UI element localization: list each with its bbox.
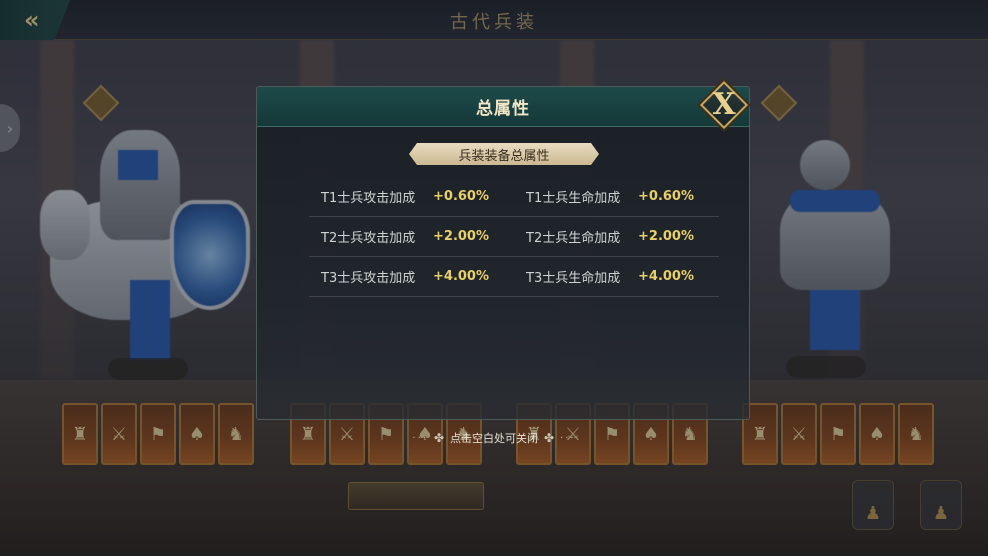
attribute-value: +0.60% xyxy=(433,189,489,204)
fleur-ornament-icon: ✤ xyxy=(433,431,444,445)
section-label-text: 兵装装备总属性 xyxy=(458,148,550,164)
attribute-value: +4.00% xyxy=(638,269,694,284)
attribute-table: T1士兵攻击加成 +0.60% T1士兵生命加成 +0.60% T2士兵攻击加成… xyxy=(309,177,719,297)
modal-title: 总属性 xyxy=(476,99,530,119)
attribute-cell: T2士兵攻击加成 +2.00% xyxy=(309,227,514,246)
section-label: 兵装装备总属性 xyxy=(409,143,599,165)
close-hint: ··· ✤ 点击空白处可关闭 ✤ ··· xyxy=(396,428,592,448)
game-screen: « 古代兵装 › ♜ ⚔ ⚑ ♠ ♞ ♜ ⚔ ⚑ ♠ ♞ ♜ ⚔ ⚑ ♠ ♞ ♜… xyxy=(0,0,988,556)
attribute-value: +2.00% xyxy=(433,229,489,244)
dots-ornament-icon: ··· xyxy=(412,432,428,444)
attribute-label: T2士兵生命加成 xyxy=(526,231,621,246)
attribute-value: +4.00% xyxy=(433,269,489,284)
attribute-label: T3士兵攻击加成 xyxy=(321,271,416,286)
dots-ornament-icon: ··· xyxy=(560,432,576,444)
attribute-label: T2士兵攻击加成 xyxy=(321,231,416,246)
attribute-cell: T1士兵攻击加成 +0.60% xyxy=(309,187,514,206)
fleur-ornament-icon: ✤ xyxy=(544,431,555,445)
modal-header: 总属性 xyxy=(257,87,749,127)
close-button[interactable]: X xyxy=(698,80,750,130)
attribute-row: T2士兵攻击加成 +2.00% T2士兵生命加成 +2.00% xyxy=(309,217,719,257)
attribute-cell: T3士兵攻击加成 +4.00% xyxy=(309,267,514,286)
attribute-label: T1士兵攻击加成 xyxy=(321,191,416,206)
close-hint-text: 点击空白处可关闭 xyxy=(450,432,538,445)
attribute-row: T3士兵攻击加成 +4.00% T3士兵生命加成 +4.00% xyxy=(309,257,719,297)
attribute-row: T1士兵攻击加成 +0.60% T1士兵生命加成 +0.60% xyxy=(309,177,719,217)
attribute-cell: T1士兵生命加成 +0.60% xyxy=(514,187,719,206)
attribute-cell: T3士兵生命加成 +4.00% xyxy=(514,267,719,286)
attribute-label: T1士兵生命加成 xyxy=(526,191,621,206)
attribute-value: +2.00% xyxy=(638,229,694,244)
total-attributes-modal: 总属性 兵装装备总属性 T1士兵攻击加成 +0.60% T1士兵生命加成 +0.… xyxy=(256,86,750,420)
attribute-cell: T2士兵生命加成 +2.00% xyxy=(514,227,719,246)
attribute-value: +0.60% xyxy=(638,189,694,204)
close-icon: X xyxy=(712,87,736,122)
attribute-label: T3士兵生命加成 xyxy=(526,271,621,286)
